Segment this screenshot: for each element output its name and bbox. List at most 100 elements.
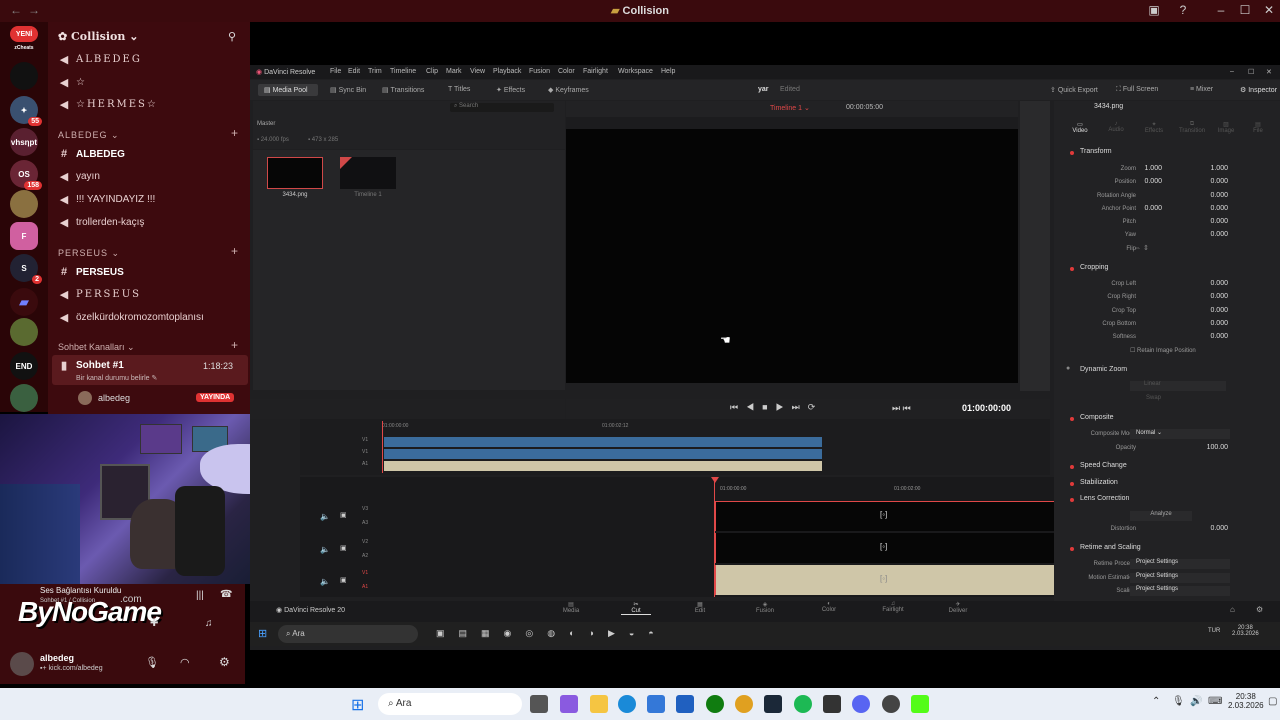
tab-file[interactable]: ▤ File bbox=[1248, 121, 1268, 134]
edge-icon[interactable] bbox=[618, 695, 636, 713]
tab-transition[interactable]: ⧉ Transition bbox=[1178, 121, 1206, 134]
tab-audio[interactable]: ♪ Audio bbox=[1106, 121, 1126, 133]
chrome-icon[interactable] bbox=[735, 695, 753, 713]
channel-item[interactable]: # PERSEUS bbox=[58, 266, 124, 278]
inbox-icon[interactable]: ▣ bbox=[1143, 3, 1165, 17]
stabilization-title[interactable]: Stabilization bbox=[1080, 479, 1118, 486]
tray-chevron-icon[interactable]: ⌃ bbox=[1152, 696, 1160, 707]
speed-change-title[interactable]: Speed Change bbox=[1080, 462, 1127, 469]
cropping-title[interactable]: Cropping bbox=[1080, 264, 1108, 271]
pitch-value[interactable]: 0.000 bbox=[1200, 218, 1228, 225]
audio-clip-bar[interactable] bbox=[384, 461, 822, 471]
page-deliver[interactable]: ✈ Deliver bbox=[943, 601, 973, 614]
maximize-icon[interactable]: ☐ bbox=[1234, 3, 1256, 17]
composite-title[interactable]: Composite bbox=[1080, 414, 1113, 421]
crop-left-value[interactable]: 0.000 bbox=[1200, 280, 1228, 287]
mic-icon[interactable]: 🎙 bbox=[1172, 696, 1185, 707]
channel-item[interactable]: ◀ ☆HERMES☆ bbox=[58, 98, 158, 111]
home-icon[interactable]: ⌂ bbox=[1230, 605, 1235, 614]
transitions-button[interactable]: ▤ Transitions bbox=[382, 86, 424, 94]
playhead-timecode[interactable]: 01:00:00:00 bbox=[962, 403, 1011, 413]
add-channel-icon[interactable]: + bbox=[231, 126, 238, 140]
search-input[interactable]: ⌕ Search bbox=[450, 103, 554, 112]
windows-start-icon[interactable]: ⊞ bbox=[258, 627, 267, 640]
obs-icon[interactable] bbox=[882, 695, 900, 713]
video-clip-bar[interactable] bbox=[384, 437, 822, 447]
inner-search[interactable]: ⌕ Ara bbox=[278, 625, 418, 643]
position-x[interactable]: 0.000 bbox=[1130, 178, 1162, 185]
username[interactable]: albedeg bbox=[40, 653, 74, 663]
track-screen-icon[interactable]: ▣ bbox=[340, 511, 347, 519]
page-media[interactable]: ▤ Media bbox=[556, 601, 586, 614]
menu-clip[interactable]: Clip bbox=[426, 68, 438, 75]
notifications-icon[interactable]: ▢ bbox=[1268, 696, 1277, 707]
menu-help[interactable]: Help bbox=[661, 68, 675, 75]
category-sohbet[interactable]: Sohbet Kanalları ⌄ bbox=[58, 342, 135, 353]
quick-export-button[interactable]: ⇪ Quick Export bbox=[1050, 86, 1098, 94]
avatar[interactable] bbox=[10, 652, 34, 676]
scaling-select[interactable]: Project Settings bbox=[1130, 586, 1230, 596]
close-icon[interactable]: ✕ bbox=[1266, 68, 1272, 76]
retime-title[interactable]: Retime and Scaling bbox=[1080, 544, 1141, 551]
server-name[interactable]: ✿ Collision ⌄ bbox=[58, 30, 138, 43]
folder-icon[interactable]: ▰ bbox=[10, 288, 38, 316]
menu-workspace[interactable]: Workspace bbox=[618, 68, 653, 75]
softness-value[interactable]: 0.000 bbox=[1200, 333, 1228, 340]
clock[interactable]: 20:38 2.03.2026 bbox=[1228, 692, 1264, 710]
video-clip-bar[interactable] bbox=[384, 449, 822, 459]
disconnect-icon[interactable]: ☎ bbox=[220, 589, 232, 600]
timecode-top[interactable]: 00:00:05:00 bbox=[846, 104, 883, 111]
inner-clock[interactable]: 20:38 2.03.2026 bbox=[1232, 625, 1259, 637]
menu-view[interactable]: View bbox=[470, 68, 485, 75]
zoom-y[interactable]: 1.000 bbox=[1200, 165, 1228, 172]
channel-item[interactable]: ◀ özelkürdokromozomtoplanısı bbox=[58, 311, 204, 324]
page-fusion[interactable]: ◈ Fusion bbox=[750, 601, 780, 614]
help-icon[interactable]: ? bbox=[1172, 3, 1194, 17]
channel-item[interactable]: ◀ ☆ bbox=[58, 76, 85, 89]
kick-icon[interactable] bbox=[911, 695, 929, 713]
minimize-icon[interactable]: – bbox=[1230, 68, 1234, 75]
mic-icon[interactable]: 🎙 bbox=[145, 656, 159, 669]
task-view-icon[interactable] bbox=[530, 695, 548, 713]
spotify-icon[interactable] bbox=[794, 695, 812, 713]
tab-image[interactable]: ▨ Image bbox=[1214, 121, 1238, 134]
server-icon-black[interactable] bbox=[10, 62, 38, 90]
menu-file[interactable]: File bbox=[330, 68, 341, 75]
retain-checkbox[interactable]: ☐ Retain Image Position bbox=[1130, 347, 1196, 354]
channel-item[interactable]: ◀ PERSEUS bbox=[58, 288, 141, 301]
tab-video[interactable]: ▭ Video bbox=[1070, 121, 1090, 134]
track-screen-icon[interactable]: ▣ bbox=[340, 544, 347, 552]
server-icon-os[interactable]: OS 158 bbox=[10, 160, 42, 190]
transport-controls[interactable]: ⏮◀■▶⏭⟳ bbox=[730, 402, 823, 413]
playhead-line[interactable] bbox=[382, 421, 383, 473]
motion-est-select[interactable]: Project Settings bbox=[1130, 573, 1230, 583]
server-icon-vhsnpt[interactable]: vhsηpt bbox=[10, 128, 38, 156]
distortion-value[interactable]: 0.000 bbox=[1200, 525, 1228, 532]
keyframes-button[interactable]: ◆ Keyframes bbox=[548, 86, 589, 94]
toggle-dot[interactable]: ● bbox=[1066, 365, 1070, 372]
viewer-canvas[interactable] bbox=[566, 129, 1018, 383]
position-y[interactable]: 0.000 bbox=[1200, 178, 1228, 185]
close-icon[interactable]: ✕ bbox=[1258, 3, 1280, 17]
mail-icon[interactable] bbox=[676, 695, 694, 713]
zoom-x[interactable]: 1.000 bbox=[1130, 165, 1162, 172]
server-icon-1[interactable]: ✦ 55 bbox=[10, 96, 42, 126]
speaker-icon[interactable]: 🔈 bbox=[320, 545, 330, 554]
track-screen-icon[interactable]: ▣ bbox=[340, 576, 347, 584]
server-icon-5[interactable]: S2 bbox=[10, 254, 42, 284]
menu-edit[interactable]: Edit bbox=[348, 68, 360, 75]
menu-mark[interactable]: Mark bbox=[446, 68, 462, 75]
windows-start-icon[interactable]: ⊞ bbox=[351, 695, 364, 715]
discord-icon[interactable] bbox=[852, 695, 870, 713]
media-pool-button[interactable]: ▤ Media Pool bbox=[264, 86, 308, 94]
speaker-icon[interactable]: 🔈 bbox=[320, 512, 330, 521]
volume-icon[interactable]: 🔊 bbox=[1190, 696, 1202, 707]
member-name[interactable]: albedeg bbox=[98, 393, 130, 403]
playhead-marker[interactable] bbox=[711, 477, 719, 483]
category-albedeg[interactable]: ALBEDEG ⌄ bbox=[58, 130, 120, 141]
taskbar-search[interactable]: ⌕ Ara bbox=[378, 693, 522, 715]
page-fairlight[interactable]: ♫ Fairlight bbox=[878, 601, 908, 613]
speaker-icon[interactable]: 🔈 bbox=[320, 577, 330, 586]
add-friend-icon[interactable]: ⚲ bbox=[228, 30, 236, 43]
page-edit[interactable]: ▦ Edit bbox=[685, 601, 715, 614]
